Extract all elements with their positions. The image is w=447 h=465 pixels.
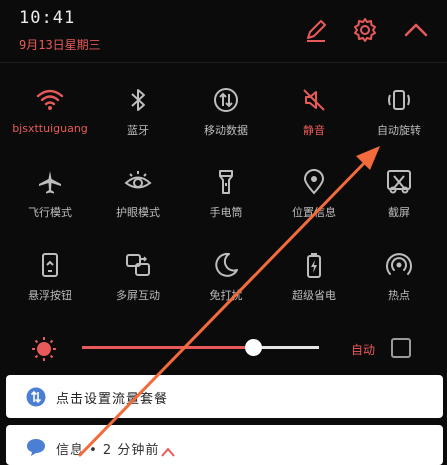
- tile-hotspot[interactable]: 热点: [355, 251, 443, 303]
- tile-label: 热点: [388, 289, 410, 302]
- chevron-up-icon: [404, 23, 428, 37]
- flashlight-icon: [212, 168, 240, 196]
- message-bubble-icon: [26, 437, 46, 457]
- tile-auto-rotate[interactable]: 自动旋转: [355, 86, 443, 138]
- tile-label: 静音: [303, 124, 325, 137]
- header-divider: [0, 62, 447, 63]
- message-notification[interactable]: 信息 • 2 分钟前: [6, 425, 443, 465]
- tile-do-not-disturb[interactable]: 免打扰: [182, 251, 270, 303]
- auto-rotate-icon: [385, 86, 413, 114]
- data-plan-notification[interactable]: 点击设置流量套餐: [6, 375, 443, 418]
- eye-icon: [124, 168, 152, 196]
- tile-mobile-data[interactable]: 移动数据: [182, 86, 270, 138]
- location-icon: [300, 168, 328, 196]
- battery-bolt-icon: [300, 251, 328, 279]
- status-date: 9月13日星期三: [19, 38, 101, 52]
- tile-label: 自动旋转: [377, 124, 421, 137]
- brightness-slider-fill: [82, 346, 253, 349]
- edit-button[interactable]: [303, 17, 329, 43]
- brightness-slider[interactable]: [82, 346, 319, 349]
- multi-screen-icon: [124, 251, 152, 279]
- tile-label: 悬浮按钮: [28, 289, 72, 302]
- message-meta: 信息 • 2 分钟前: [56, 443, 160, 458]
- collapse-button[interactable]: [403, 17, 429, 43]
- tile-power-saving[interactable]: 超级省电: [270, 251, 358, 303]
- tile-mute[interactable]: 静音: [270, 86, 358, 138]
- tile-label: 移动数据: [204, 124, 248, 137]
- tile-label: 护眼模式: [116, 206, 160, 219]
- tile-label: 免打扰: [209, 289, 243, 302]
- settings-button[interactable]: [352, 17, 378, 43]
- auto-brightness-checkbox[interactable]: [391, 338, 411, 358]
- tile-label: 多屏互动: [116, 289, 160, 302]
- mobile-data-icon: [212, 86, 240, 114]
- tile-label: 蓝牙: [127, 124, 149, 137]
- hotspot-icon: [385, 251, 413, 279]
- tile-bluetooth[interactable]: 蓝牙: [94, 86, 182, 138]
- mute-icon: [300, 86, 328, 114]
- tile-location[interactable]: 位置信息: [270, 168, 358, 220]
- tile-screenshot[interactable]: 截屏: [355, 168, 443, 220]
- tile-label: 超级省电: [292, 289, 336, 302]
- data-plan-text: 点击设置流量套餐: [56, 392, 169, 407]
- tile-wifi[interactable]: bjsxttuiguang: [6, 86, 94, 135]
- airplane-icon: [36, 168, 64, 196]
- moon-icon: [212, 251, 240, 279]
- tile-label: 截屏: [388, 206, 410, 219]
- brightness-icon: [31, 336, 57, 362]
- auto-brightness-label: 自动: [351, 343, 376, 357]
- settings-icon: [354, 18, 376, 42]
- brightness-slider-thumb[interactable]: [244, 339, 262, 356]
- tile-airplane[interactable]: 飞行模式: [6, 168, 94, 220]
- tile-label: 飞行模式: [28, 206, 72, 219]
- wifi-icon: [36, 86, 64, 114]
- screenshot-icon: [385, 168, 413, 196]
- bluetooth-icon: [124, 86, 152, 114]
- tile-eye-comfort[interactable]: 护眼模式: [94, 168, 182, 220]
- edit-icon: [307, 20, 326, 42]
- mobile-data-icon: [26, 387, 46, 407]
- status-time: 10:41: [19, 8, 76, 28]
- floating-button-icon: [36, 251, 64, 279]
- tile-label: 手电筒: [209, 206, 243, 219]
- tile-label: bjsxttuiguang: [12, 122, 88, 135]
- tile-floating-button[interactable]: 悬浮按钮: [6, 251, 94, 303]
- tile-flashlight[interactable]: 手电筒: [182, 168, 270, 220]
- tile-label: 位置信息: [292, 206, 336, 219]
- tile-multi-screen[interactable]: 多屏互动: [94, 251, 182, 303]
- chevron-up-icon[interactable]: [161, 446, 176, 457]
